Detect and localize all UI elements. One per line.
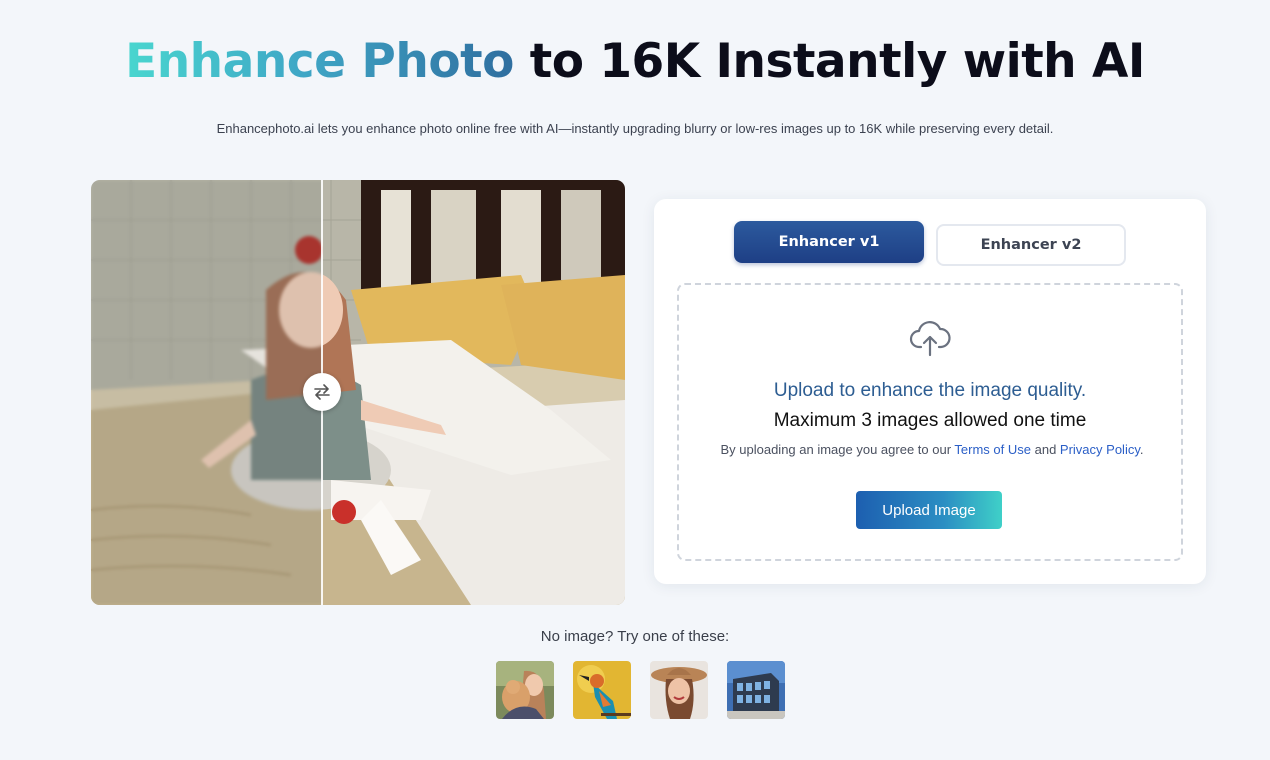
tab-enhancer-v2[interactable]: Enhancer v2 bbox=[936, 224, 1126, 266]
hero-title-highlight: Enhance Photo bbox=[125, 34, 514, 89]
terms-suffix: . bbox=[1139, 442, 1144, 457]
swap-arrows-icon[interactable] bbox=[303, 373, 341, 411]
hero-title: Enhance Photo to 16K Instantly with AI bbox=[0, 32, 1270, 92]
terms-mid: and bbox=[1031, 442, 1060, 457]
before-after-comparison[interactable] bbox=[91, 180, 625, 605]
cloud-upload-icon bbox=[909, 321, 951, 357]
upload-image-button[interactable]: Upload Image bbox=[856, 491, 1002, 529]
terms-prefix: By uploading an image you agree to our bbox=[720, 442, 955, 457]
upload-dropzone[interactable]: Upload to enhance the image quality. Max… bbox=[677, 283, 1183, 561]
upload-card: Enhancer v1 Enhancer v2 Upload to enhanc… bbox=[654, 199, 1206, 584]
tab-enhancer-v1[interactable]: Enhancer v1 bbox=[734, 221, 924, 263]
upload-limit-text: Maximum 3 images allowed one time bbox=[773, 410, 1087, 431]
upload-prompt: Upload to enhance the image quality. bbox=[773, 380, 1087, 401]
privacy-policy-link[interactable]: Privacy Policy bbox=[1060, 442, 1140, 457]
sample-kingfisher-bird[interactable] bbox=[573, 661, 631, 719]
sample-modern-building[interactable] bbox=[727, 661, 785, 719]
terms-notice: By uploading an image you agree to our T… bbox=[709, 440, 1155, 459]
hero-title-rest: to 16K Instantly with AI bbox=[513, 34, 1146, 89]
sample-woman-with-cat[interactable] bbox=[496, 661, 554, 719]
sample-images bbox=[496, 661, 785, 719]
sample-woman-in-hat[interactable] bbox=[650, 661, 708, 719]
terms-of-use-link[interactable]: Terms of Use bbox=[954, 442, 1031, 457]
samples-label: No image? Try one of these: bbox=[540, 628, 730, 645]
hero-subtitle: Enhancephoto.ai lets you enhance photo o… bbox=[216, 121, 1054, 136]
